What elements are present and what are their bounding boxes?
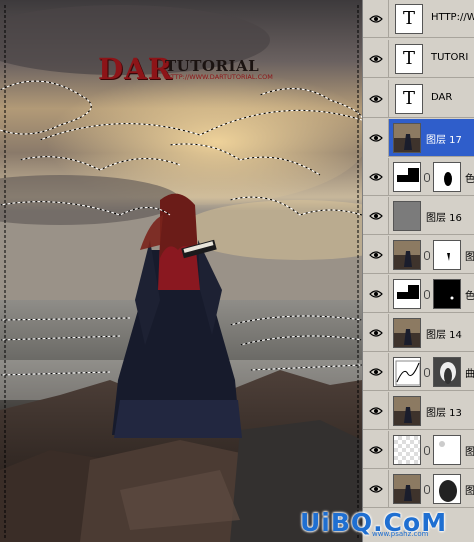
layer-mask-thumbnail-icon[interactable] bbox=[433, 357, 461, 387]
adjustment-layer-thumbnail-icon bbox=[393, 162, 421, 192]
visibility-eye-icon[interactable] bbox=[363, 275, 389, 313]
gray-fill-layer-thumbnail-icon bbox=[393, 201, 421, 231]
link-chain-icon[interactable] bbox=[424, 485, 430, 494]
layer-name[interactable]: 图 bbox=[465, 482, 474, 497]
layer-name[interactable]: 图层 14 bbox=[426, 326, 462, 341]
transparent-layer-thumbnail-icon bbox=[393, 435, 421, 465]
layer-name[interactable]: HTTP://W bbox=[431, 12, 474, 23]
text-layer-thumbnail-icon: T bbox=[395, 44, 423, 74]
visibility-eye-icon[interactable] bbox=[363, 197, 389, 235]
layer-mask-thumbnail-icon[interactable] bbox=[433, 240, 461, 270]
image-layer-thumbnail-icon bbox=[393, 123, 421, 153]
layer-row[interactable]: 图层 13 bbox=[363, 392, 474, 430]
layer-row[interactable]: 图 bbox=[363, 431, 474, 469]
link-chain-icon[interactable] bbox=[424, 368, 430, 377]
layer-row[interactable]: 色 bbox=[363, 275, 474, 313]
visibility-eye-icon[interactable] bbox=[363, 236, 389, 274]
image-layer-thumbnail-icon bbox=[393, 474, 421, 504]
layer-name[interactable]: DAR bbox=[431, 92, 452, 103]
link-chain-icon[interactable] bbox=[424, 290, 430, 299]
text-layer-thumbnail-icon: T bbox=[395, 4, 423, 34]
layer-row[interactable]: T TUTORI bbox=[363, 40, 474, 78]
layer-name[interactable]: 图层 17 bbox=[426, 131, 462, 146]
document-canvas[interactable]: DAR TUTORIAL HTTP://WWW.DARTUTORIAL.COM bbox=[0, 0, 362, 542]
text-layer-thumbnail-icon: T bbox=[395, 84, 423, 114]
visibility-eye-icon[interactable] bbox=[363, 158, 389, 196]
layer-row[interactable]: 图 bbox=[363, 470, 474, 508]
link-chain-icon[interactable] bbox=[424, 251, 430, 260]
layer-mask-thumbnail-icon[interactable] bbox=[433, 279, 461, 309]
image-layer-thumbnail-icon bbox=[393, 240, 421, 270]
link-chain-icon[interactable] bbox=[424, 446, 430, 455]
visibility-eye-icon[interactable] bbox=[363, 119, 389, 157]
layer-row[interactable]: 图层 16 bbox=[363, 197, 474, 235]
visibility-eye-icon[interactable] bbox=[363, 353, 389, 391]
layer-row[interactable]: T HTTP://W bbox=[363, 0, 474, 38]
curves-adjustment-thumbnail-icon bbox=[393, 357, 421, 387]
visibility-eye-icon[interactable] bbox=[363, 0, 389, 38]
layer-name[interactable]: 色 bbox=[465, 170, 474, 185]
adjustment-layer-thumbnail-icon bbox=[393, 279, 421, 309]
layer-row-selected[interactable]: 图层 17 bbox=[363, 119, 474, 157]
layer-name[interactable]: 图层 13 bbox=[426, 404, 462, 419]
visibility-eye-icon[interactable] bbox=[363, 470, 389, 508]
layer-mask-thumbnail-icon[interactable] bbox=[433, 162, 461, 192]
link-chain-icon[interactable] bbox=[424, 173, 430, 182]
image-layer-thumbnail-icon bbox=[393, 396, 421, 426]
visibility-eye-icon[interactable] bbox=[363, 431, 389, 469]
visibility-eye-icon[interactable] bbox=[363, 40, 389, 78]
layer-name[interactable]: TUTORI bbox=[431, 52, 468, 63]
layer-name[interactable]: 图 bbox=[465, 443, 474, 458]
layer-row[interactable]: 曲 bbox=[363, 353, 474, 391]
layer-row[interactable]: 图层 14 bbox=[363, 314, 474, 352]
artwork-image bbox=[0, 0, 362, 542]
layer-name[interactable]: 图层 16 bbox=[426, 209, 462, 224]
image-layer-thumbnail-icon bbox=[393, 318, 421, 348]
artwork-logo-dar: DAR bbox=[98, 52, 173, 86]
layer-name[interactable]: 色 bbox=[465, 287, 474, 302]
layers-panel[interactable]: T HTTP://W T TUTORI T DAR 图层 17 色 图层 16 … bbox=[362, 0, 474, 542]
layer-row[interactable]: T DAR bbox=[363, 80, 474, 118]
layer-row[interactable]: 色 bbox=[363, 158, 474, 196]
layer-name[interactable]: 曲 bbox=[465, 365, 474, 380]
visibility-eye-icon[interactable] bbox=[363, 314, 389, 352]
layer-mask-thumbnail-icon[interactable] bbox=[433, 435, 461, 465]
visibility-eye-icon[interactable] bbox=[363, 392, 389, 430]
watermark-url: www.psahz.com bbox=[372, 530, 429, 538]
visibility-eye-icon[interactable] bbox=[363, 80, 389, 118]
layer-name[interactable]: 图 bbox=[465, 248, 474, 263]
layer-mask-thumbnail-icon[interactable] bbox=[433, 474, 461, 504]
artwork-logo-url: HTTP://WWW.DARTUTORIAL.COM bbox=[166, 73, 273, 81]
layer-row[interactable]: 图 bbox=[363, 236, 474, 274]
